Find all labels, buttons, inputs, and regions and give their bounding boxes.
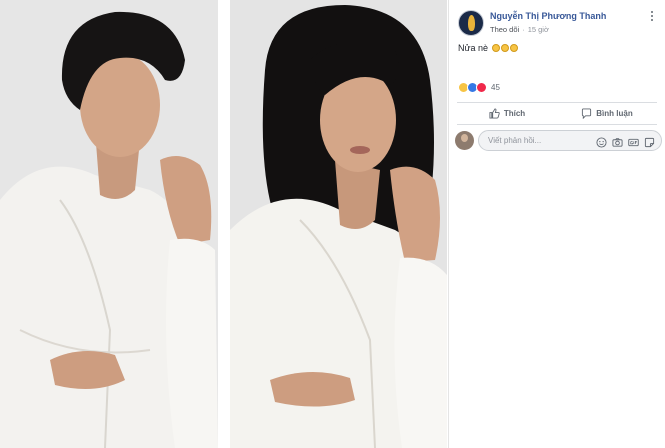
post-meta: Theo dõi · 15 giờ	[490, 25, 549, 34]
grinning-emoji-icon	[509, 44, 518, 52]
like-button[interactable]: Thích	[457, 103, 557, 124]
grinning-emoji-icon	[491, 44, 500, 52]
user-avatar	[455, 131, 474, 150]
love-reaction-icon	[476, 82, 487, 93]
photo-female-model-image	[230, 0, 447, 448]
comment-button[interactable]: Bình luận	[557, 103, 657, 124]
camera-icon[interactable]	[612, 135, 623, 147]
comment-input-tools	[596, 135, 655, 148]
avatar-flame-graphic	[468, 15, 475, 31]
emoji-icon[interactable]	[596, 135, 607, 148]
photo-viewer: Nguyễn Thị Phương Thanh Theo dõi · 15 giờ …	[0, 0, 665, 448]
post-header: Nguyễn Thị Phương Thanh Theo dõi · 15 giờ	[458, 9, 659, 39]
page-avatar[interactable]	[458, 10, 484, 36]
meta-separator: ·	[522, 25, 525, 34]
comment-icon	[582, 108, 592, 119]
photo-female-model[interactable]	[230, 0, 447, 448]
follow-link[interactable]: Theo dõi	[490, 25, 519, 34]
like-button-label: Thích	[503, 109, 526, 118]
action-bar: Thích Bình luận	[457, 102, 657, 125]
avatar-head-graphic	[461, 134, 468, 142]
comment-composer: Viết phản hồi...	[455, 130, 662, 152]
comment-placeholder: Viết phản hồi...	[488, 136, 542, 145]
reaction-count: 45	[491, 83, 500, 92]
sticker-icon[interactable]	[644, 135, 655, 148]
thumbs-up-icon	[489, 108, 500, 119]
author-name[interactable]: Nguyễn Thị Phương Thanh	[490, 11, 606, 21]
comment-button-label: Bình luận	[596, 109, 633, 118]
comment-input[interactable]: Viết phản hồi...	[478, 130, 662, 151]
post-text: Nửa nè	[458, 43, 518, 53]
more-icon[interactable]	[647, 11, 657, 23]
post-time[interactable]: 15 giờ	[528, 25, 549, 34]
photo-male-model-image	[0, 0, 218, 448]
post-text-content: Nửa nè	[458, 43, 489, 53]
grinning-emoji-icon	[500, 44, 509, 52]
gif-icon[interactable]	[628, 135, 639, 147]
post-sidebar: Nguyễn Thị Phương Thanh Theo dõi · 15 giờ …	[448, 0, 665, 448]
photo-male-model[interactable]	[0, 0, 218, 448]
